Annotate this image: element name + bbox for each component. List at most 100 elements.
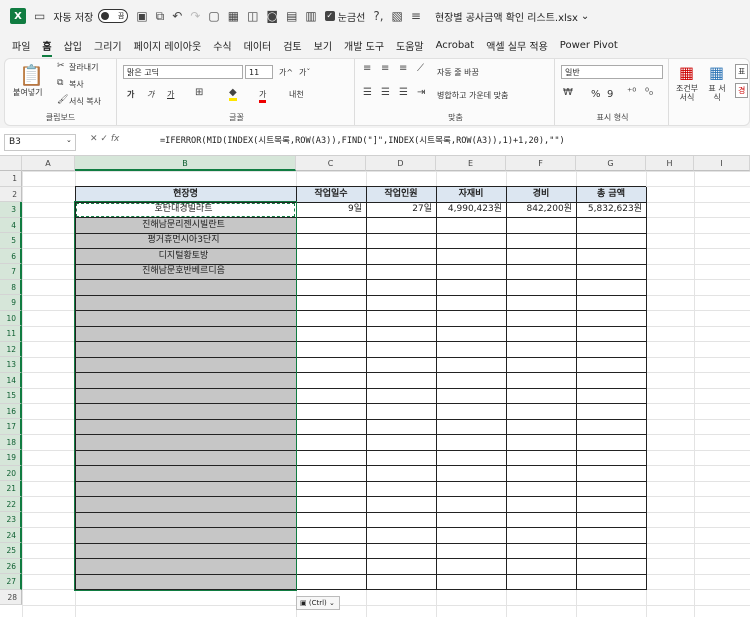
column-header-H[interactable]: H	[646, 156, 694, 171]
increase-decimal-icon[interactable]: ⁺⁰	[627, 87, 636, 98]
align-center-icon[interactable]: ☰	[381, 87, 390, 98]
undo-icon[interactable]: ↶	[172, 7, 182, 25]
value-cell[interactable]: 9일	[296, 202, 362, 218]
tab-0[interactable]: 파일	[12, 34, 30, 57]
comma-button[interactable]: 9	[607, 89, 613, 100]
column-header-D[interactable]: D	[366, 156, 436, 171]
table-icon[interactable]: ▦	[228, 7, 239, 25]
font-grow-button[interactable]: 가^	[279, 67, 293, 78]
conditional-format-button[interactable]: 조건부 서식	[673, 84, 701, 102]
decrease-decimal-icon[interactable]: ⁰₀	[645, 87, 653, 98]
paste-icon[interactable]: 📋	[19, 63, 44, 87]
column-header-G[interactable]: G	[576, 156, 646, 171]
value-cell[interactable]: 4,990,423원	[436, 202, 502, 218]
paste-options-button[interactable]: ▣ (Ctrl) ⌄	[296, 596, 340, 610]
row-header-13[interactable]: 13	[0, 357, 22, 373]
tab-10[interactable]: 도움말	[396, 34, 424, 57]
font-shrink-button[interactable]: 가ˇ	[299, 67, 310, 78]
table-format-button[interactable]: 표 서식	[705, 84, 729, 102]
copy-button[interactable]: 복사	[69, 79, 84, 90]
redo-icon[interactable]: ↷	[190, 7, 200, 25]
tab-13[interactable]: Power Pivot	[560, 36, 618, 55]
phonetic-button[interactable]: 내천	[289, 89, 304, 100]
border-icon[interactable]: ⊞	[195, 87, 203, 98]
row-header-14[interactable]: 14	[0, 372, 22, 388]
row-header-17[interactable]: 17	[0, 419, 22, 435]
row-header-27[interactable]: 27	[0, 574, 22, 590]
align-right-icon[interactable]: ☰	[399, 87, 408, 98]
cancel-icon[interactable]: ✕	[90, 134, 98, 144]
save-icon[interactable]: ▣	[136, 7, 147, 25]
row-header-24[interactable]: 24	[0, 527, 22, 543]
row-header-9[interactable]: 9	[0, 295, 22, 311]
row-header-6[interactable]: 6	[0, 248, 22, 264]
enter-icon[interactable]: ✓	[100, 134, 108, 144]
row-header-8[interactable]: 8	[0, 279, 22, 295]
select-all-corner[interactable]	[0, 156, 22, 171]
column-header-A[interactable]: A	[22, 156, 75, 171]
row-header-1[interactable]: 1	[0, 171, 22, 187]
percent-button[interactable]: %	[591, 89, 601, 100]
tab-7[interactable]: 검토	[283, 34, 301, 57]
orientation-icon[interactable]: ⟋	[417, 63, 424, 74]
row-header-23[interactable]: 23	[0, 512, 22, 528]
fill-color-icon[interactable]: ◆	[229, 87, 237, 101]
customize-toolbar-icon[interactable]: ≡	[411, 7, 421, 25]
paste-button[interactable]: 붙여넣기	[13, 87, 42, 98]
autosave-toggle[interactable]: 끔	[98, 9, 129, 23]
pdf-icon[interactable]: ▥	[305, 7, 316, 25]
underline-button[interactable]: 가	[167, 89, 174, 100]
value-cell[interactable]: 27일	[366, 202, 432, 218]
row-header-26[interactable]: 26	[0, 558, 22, 574]
currency-icon[interactable]: ₩	[563, 87, 573, 98]
row-header-20[interactable]: 20	[0, 465, 22, 481]
cell-style-normal[interactable]: 표	[735, 64, 749, 79]
row-header-16[interactable]: 16	[0, 403, 22, 419]
row-header-25[interactable]: 25	[0, 543, 22, 559]
tab-3[interactable]: 그리기	[94, 34, 122, 57]
tab-4[interactable]: 페이지 레이아웃	[134, 34, 202, 57]
value-cell[interactable]: 5,832,623원	[576, 202, 642, 218]
table-format-icon[interactable]: ▦	[709, 63, 724, 82]
conditional-format-icon[interactable]: ▦	[679, 63, 694, 82]
tab-11[interactable]: Acrobat	[436, 36, 475, 55]
camera-icon[interactable]: ◙	[266, 7, 278, 25]
tab-2[interactable]: 삽입	[64, 34, 82, 57]
file-name[interactable]: 현장별 공사금액 확인 리스트.xlsx	[435, 9, 578, 24]
tab-9[interactable]: 개발 도구	[344, 34, 384, 57]
row-header-21[interactable]: 21	[0, 481, 22, 497]
worksheet-grid[interactable]: A B C D E F G H I 1 2 3 4 5 6 7 8 9 10 11 12 13 14 15 16 17 18 19 20…	[0, 156, 750, 617]
formula-input[interactable]: =IFERROR(MID(INDEX(시트목록,ROW(A3)),FIND("]…	[160, 134, 565, 149]
indent-icon[interactable]: ⇥	[417, 87, 425, 98]
row-header-12[interactable]: 12	[0, 341, 22, 357]
row-header-5[interactable]: 5	[0, 233, 22, 249]
row-header-22[interactable]: 22	[0, 496, 22, 512]
tab-6[interactable]: 데이터	[244, 34, 272, 57]
column-header-E[interactable]: E	[436, 156, 506, 171]
align-top-icon[interactable]: ≡	[363, 63, 371, 74]
tab-1[interactable]: 홈	[42, 34, 52, 57]
row-header-28[interactable]: 28	[0, 589, 22, 605]
row-header-19[interactable]: 19	[0, 450, 22, 466]
format-icon[interactable]: ?,	[373, 7, 383, 25]
align-left-icon[interactable]: ☰	[363, 87, 372, 98]
row-header-7[interactable]: 7	[0, 264, 22, 280]
font-name-select[interactable]: 맑은 고딕	[123, 65, 243, 79]
row-header-3[interactable]: 3	[0, 202, 22, 218]
align-bottom-icon[interactable]: ≡	[399, 63, 407, 74]
row-header-11[interactable]: 11	[0, 326, 22, 342]
value-cell[interactable]: 842,200원	[506, 202, 573, 218]
column-header-F[interactable]: F	[506, 156, 576, 171]
print-preview-icon[interactable]: ▤	[286, 7, 297, 25]
wrap-text-button[interactable]: 자동 줄 바꿈	[437, 67, 479, 78]
italic-button[interactable]: 가	[147, 89, 154, 100]
row-header-4[interactable]: 4	[0, 217, 22, 233]
tab-5[interactable]: 수식	[213, 34, 231, 57]
chart-icon[interactable]: ▧	[392, 7, 403, 25]
row-header-2[interactable]: 2	[0, 186, 22, 202]
cut-button[interactable]: 잘라내기	[69, 62, 98, 73]
cell-style-bad[interactable]: 경	[735, 83, 749, 98]
column-header-I[interactable]: I	[694, 156, 750, 171]
merge-center-button[interactable]: 병합하고 가운데 맞춤	[437, 90, 508, 101]
format-painter-button[interactable]: 서식 복사	[69, 96, 101, 107]
